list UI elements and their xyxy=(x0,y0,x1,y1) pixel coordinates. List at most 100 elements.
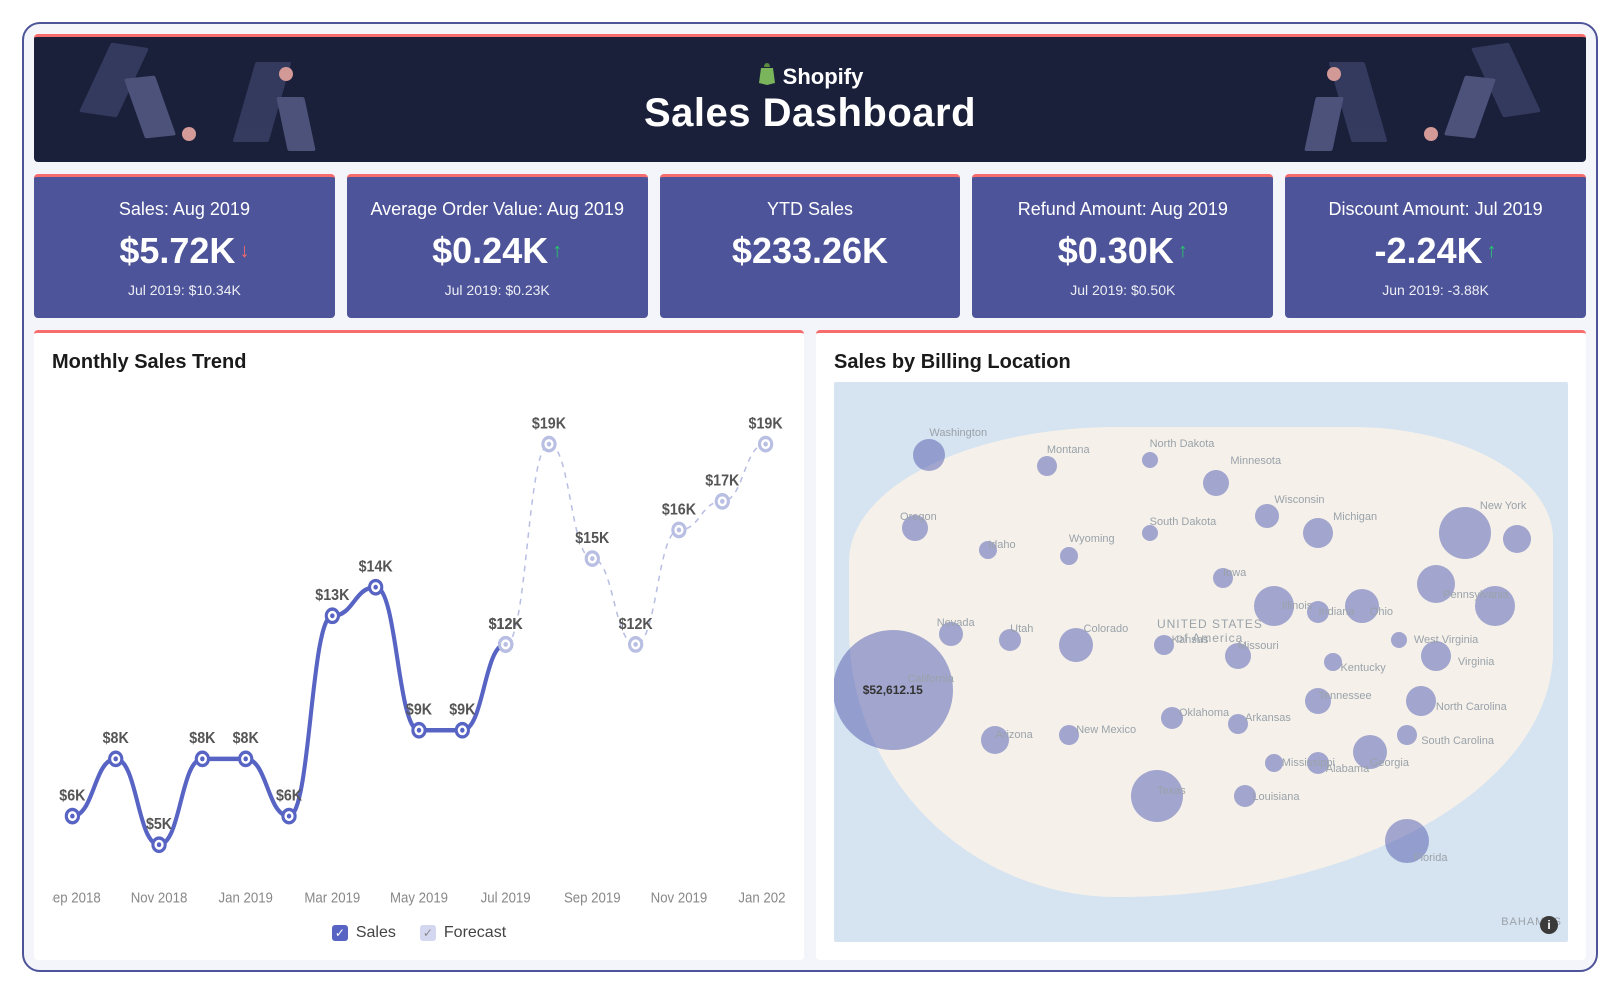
kpi-card-sales[interactable]: Sales: Aug 2019 $5.72K↓ Jul 2019: $10.34… xyxy=(34,174,335,318)
svg-text:$17K: $17K xyxy=(705,472,739,490)
state-label: Georgia xyxy=(1370,757,1409,769)
panel-title: Monthly Sales Trend xyxy=(52,351,786,374)
svg-text:May 2019: May 2019 xyxy=(390,889,448,906)
svg-text:$14K: $14K xyxy=(359,558,393,576)
map-bubble[interactable] xyxy=(1503,525,1531,553)
kpi-value: $0.24K xyxy=(432,230,548,272)
kpi-card-refund[interactable]: Refund Amount: Aug 2019 $0.30K↑ Jul 2019… xyxy=(972,174,1273,318)
state-label: Texas xyxy=(1157,785,1186,797)
map-bubble[interactable] xyxy=(913,439,945,471)
state-label: Indiana xyxy=(1318,606,1354,618)
state-label: North Dakota xyxy=(1150,438,1215,450)
chart-legend: ✓ Sales ✓ Forecast xyxy=(52,924,786,942)
svg-text:Nov 2019: Nov 2019 xyxy=(651,889,708,906)
kpi-label: Discount Amount: Jul 2019 xyxy=(1295,199,1576,220)
map-bubble[interactable] xyxy=(1439,507,1491,559)
map-bubble[interactable] xyxy=(1037,456,1057,476)
state-label: Alabama xyxy=(1326,763,1369,775)
svg-text:$8K: $8K xyxy=(233,730,259,748)
svg-text:$6K: $6K xyxy=(59,787,85,805)
shopify-bag-icon xyxy=(757,63,777,91)
map-bubble[interactable] xyxy=(1324,653,1342,671)
state-label: Nevada xyxy=(937,617,975,629)
svg-text:$19K: $19K xyxy=(532,415,566,433)
map-bubble[interactable] xyxy=(1142,452,1158,468)
map-bubble[interactable] xyxy=(1391,632,1407,648)
brand-row: Shopify xyxy=(644,63,976,91)
map-bubble[interactable] xyxy=(1303,518,1333,548)
kpi-card-ytd[interactable]: YTD Sales $233.26K xyxy=(660,174,961,318)
map-bubble[interactable] xyxy=(1397,725,1417,745)
kpi-sub: Jul 2019: $10.34K xyxy=(44,282,325,298)
state-label: Virginia xyxy=(1458,656,1495,668)
state-label: Ohio xyxy=(1370,606,1393,618)
kpi-value: -2.24K xyxy=(1375,230,1483,272)
legend-item-forecast[interactable]: ✓ Forecast xyxy=(420,924,506,942)
state-label: Wyoming xyxy=(1069,533,1115,545)
svg-text:$8K: $8K xyxy=(103,730,129,748)
state-label: New York xyxy=(1480,500,1526,512)
legend-item-sales[interactable]: ✓ Sales xyxy=(332,924,396,942)
map-bubble[interactable] xyxy=(1060,547,1078,565)
state-label: Colorado xyxy=(1084,623,1129,635)
state-label: Montana xyxy=(1047,444,1090,456)
svg-text:Sep 2019: Sep 2019 xyxy=(564,889,621,906)
panel-title: Sales by Billing Location xyxy=(834,351,1568,374)
state-label: Minnesota xyxy=(1230,455,1281,467)
svg-text:$9K: $9K xyxy=(406,701,432,719)
arrow-up-icon: ↑ xyxy=(1487,241,1497,261)
state-label: Oregon xyxy=(900,511,937,523)
state-label: Utah xyxy=(1010,623,1033,635)
map-bubble[interactable] xyxy=(1406,686,1436,716)
sales-trend-chart[interactable]: Sep 2018Nov 2018Jan 2019Mar 2019May 2019… xyxy=(52,382,786,918)
state-label: Pennsylvania xyxy=(1443,589,1508,601)
svg-text:$8K: $8K xyxy=(189,730,215,748)
hero-banner: Shopify Sales Dashboard xyxy=(34,34,1586,162)
kpi-card-discount[interactable]: Discount Amount: Jul 2019 -2.24K↑ Jun 20… xyxy=(1285,174,1586,318)
svg-text:$12K: $12K xyxy=(489,615,523,633)
svg-text:$6K: $6K xyxy=(276,787,302,805)
legend-swatch-forecast: ✓ xyxy=(420,925,436,941)
map-highlight-value: $52,612.15 xyxy=(863,683,923,697)
state-label: Washington xyxy=(929,427,987,439)
state-label: Iowa xyxy=(1223,567,1246,579)
arrow-up-icon: ↑ xyxy=(1178,241,1188,261)
map-bubble[interactable] xyxy=(1203,470,1229,496)
state-label: Wisconsin xyxy=(1274,494,1324,506)
state-label: Arkansas xyxy=(1245,712,1291,724)
state-label: Illinois xyxy=(1282,600,1313,612)
info-icon[interactable]: i xyxy=(1540,916,1558,934)
map-bubble[interactable] xyxy=(1255,504,1279,528)
page-title: Sales Dashboard xyxy=(644,91,976,136)
state-label: North Carolina xyxy=(1436,701,1507,713)
kpi-label: YTD Sales xyxy=(670,199,951,220)
hero-decoration-right xyxy=(1306,37,1586,162)
brand-text: Shopify xyxy=(783,64,864,90)
state-label: Louisiana xyxy=(1252,791,1299,803)
svg-text:Jan 2019: Jan 2019 xyxy=(218,889,273,906)
svg-text:Jul 2019: Jul 2019 xyxy=(481,889,531,906)
panel-billing-map: Sales by Billing Location Washington Mont… xyxy=(816,330,1586,960)
kpi-row: Sales: Aug 2019 $5.72K↓ Jul 2019: $10.34… xyxy=(34,174,1586,318)
billing-map[interactable]: Washington Montana North Dakota Minnesota Or… xyxy=(834,382,1568,942)
state-label: Arizona xyxy=(995,729,1032,741)
dashboard-root: Shopify Sales Dashboard Sales: Aug 2019 … xyxy=(22,22,1598,972)
legend-swatch-sales: ✓ xyxy=(332,925,348,941)
svg-text:$9K: $9K xyxy=(449,701,475,719)
kpi-card-aov[interactable]: Average Order Value: Aug 2019 $0.24K↑ Ju… xyxy=(347,174,648,318)
arrow-down-icon: ↓ xyxy=(239,241,249,261)
svg-text:$13K: $13K xyxy=(315,587,349,605)
kpi-label: Sales: Aug 2019 xyxy=(44,199,325,220)
state-label: Idaho xyxy=(988,539,1016,551)
state-label: South Dakota xyxy=(1150,516,1217,528)
kpi-sub: Jul 2019: $0.50K xyxy=(982,282,1263,298)
svg-text:Jan 2020: Jan 2020 xyxy=(738,889,786,906)
svg-text:$16K: $16K xyxy=(662,501,696,519)
map-bubble[interactable] xyxy=(1265,754,1283,772)
panels-row: Monthly Sales Trend Sep 2018Nov 2018Jan … xyxy=(34,330,1586,960)
panel-sales-trend: Monthly Sales Trend Sep 2018Nov 2018Jan … xyxy=(34,330,804,960)
arrow-up-icon: ↑ xyxy=(552,241,562,261)
svg-text:$12K: $12K xyxy=(619,615,653,633)
svg-text:Mar 2019: Mar 2019 xyxy=(304,889,360,906)
state-label: Tennessee xyxy=(1318,690,1371,702)
